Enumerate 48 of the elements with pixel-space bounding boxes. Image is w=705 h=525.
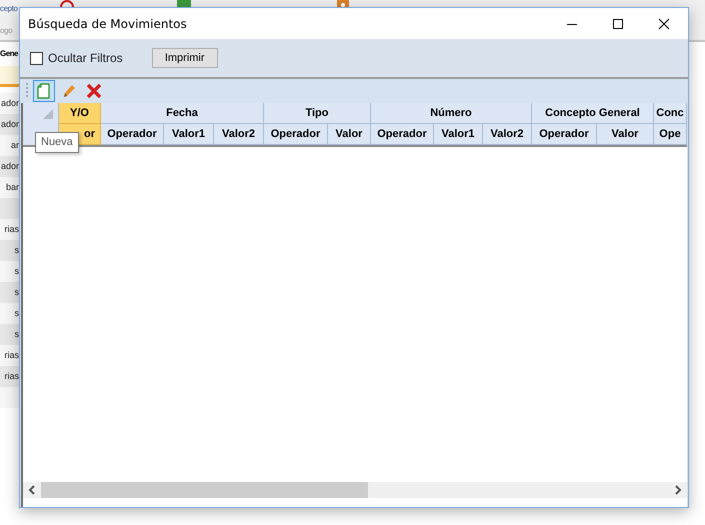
select-all-icon <box>43 109 53 119</box>
column-header[interactable]: Operador <box>371 124 434 145</box>
column-header[interactable]: Valor2 <box>483 124 532 145</box>
column-header[interactable]: Valor1 <box>434 124 483 145</box>
selected-row <box>0 66 19 87</box>
group-header[interactable]: Fecha <box>101 103 264 124</box>
scroll-left-icon[interactable] <box>28 485 36 495</box>
list-row[interactable]: rias <box>0 366 19 387</box>
column-header[interactable]: Operador <box>101 124 164 145</box>
list-row[interactable]: s <box>0 240 19 261</box>
column-header[interactable]: Valor <box>328 124 371 145</box>
group-header[interactable]: Conc <box>654 103 687 124</box>
horizontal-scrollbar[interactable] <box>23 482 687 498</box>
column-header[interactable]: Ope <box>654 124 687 145</box>
checkbox[interactable] <box>30 52 43 64</box>
delete-icon <box>85 82 103 100</box>
column-header[interactable]: Valor2 <box>214 124 264 145</box>
scroll-right-icon[interactable] <box>674 485 682 495</box>
scrollbar-thumb[interactable] <box>41 482 368 498</box>
tooltip: Nueva <box>35 132 79 153</box>
new-document-button[interactable] <box>33 80 55 102</box>
panel-header: Gene <box>0 48 18 60</box>
list-row[interactable]: ador <box>0 156 19 177</box>
column-header[interactable]: Operador <box>532 124 597 145</box>
list-row[interactable]: s <box>0 261 19 282</box>
group-header[interactable]: Y/O <box>59 103 101 124</box>
column-header[interactable]: Valor <box>597 124 654 145</box>
list-row[interactable]: rias <box>0 345 19 366</box>
list-row[interactable]: s <box>0 324 19 345</box>
close-icon[interactable] <box>658 18 670 30</box>
list-row[interactable]: bar <box>0 177 19 198</box>
print-button[interactable]: Imprimir <box>152 48 218 68</box>
toolbar-label[interactable]: cepto <box>0 3 18 15</box>
maximize-icon[interactable] <box>612 18 624 30</box>
group-header[interactable]: Tipo <box>264 103 371 124</box>
checkbox-label[interactable]: Ocultar Filtros <box>48 51 123 65</box>
list-row[interactable]: ar <box>0 135 19 156</box>
list-row[interactable]: ador <box>0 114 19 135</box>
list-row[interactable]: ador <box>0 93 19 114</box>
column-header[interactable]: Operador <box>264 124 328 145</box>
group-header[interactable]: Número <box>371 103 532 124</box>
window-title: Búsqueda de Movimientos <box>28 16 187 30</box>
list-row[interactable]: s <box>0 282 19 303</box>
grip-icon[interactable] <box>26 82 29 100</box>
list-row[interactable]: rias <box>0 219 19 240</box>
group-header[interactable]: Concepto General <box>532 103 654 124</box>
column-header[interactable]: Valor1 <box>164 124 214 145</box>
list-row[interactable]: s <box>0 303 19 324</box>
